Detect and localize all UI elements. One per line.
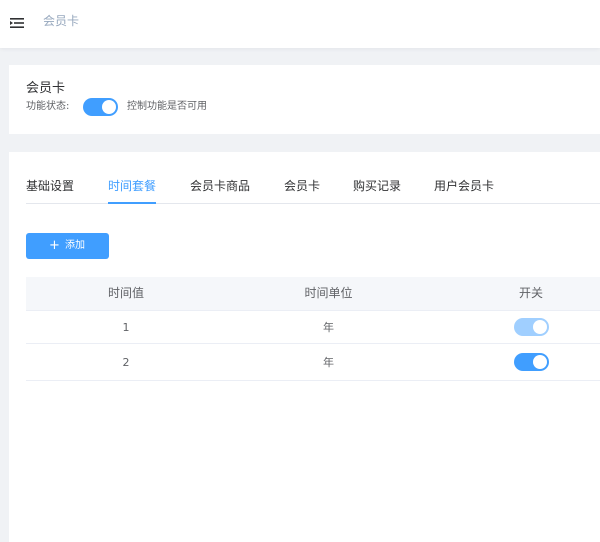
status-label: 功能状态: [26,101,70,112]
add-button[interactable]: + 添加 [26,233,109,259]
row-value: 2 [122,356,130,369]
row-enable-switch[interactable] [513,353,549,371]
tab-member-card[interactable]: 会员卡 [284,178,320,204]
time-package-table: 时间值 时间单位 开关 1 年 2 年 [26,277,600,381]
active-tab-indicator [108,202,156,204]
table-row: 2 年 [26,344,600,381]
main-card: 基础设置 时间套餐 会员卡商品 会员卡 购买记录 用户会员卡 + 添加 时间值 … [9,152,600,542]
tab-user-member-cards[interactable]: 用户会员卡 [434,178,494,204]
plus-icon: + [49,238,60,253]
row-enable-switch[interactable] [513,318,549,336]
breadcrumb: 会员卡 [43,14,80,28]
menu-fold-icon[interactable] [9,15,25,31]
tab-purchase-records[interactable]: 购买记录 [353,178,401,204]
tab-basic-settings[interactable]: 基础设置 [26,178,74,204]
add-button-label: 添加 [65,240,85,251]
table-row: 1 年 [26,310,600,344]
feature-status-switch[interactable] [83,98,118,116]
tab-time-packages[interactable]: 时间套餐 [108,178,156,204]
row-unit: 年 [323,356,334,369]
row-value: 1 [122,321,130,334]
row-switch-cell [431,344,600,382]
status-card: 会员卡 功能状态: 控制功能是否可用 [9,65,600,134]
tab-card-products[interactable]: 会员卡商品 [190,178,250,204]
column-header-value: 时间值 [107,286,144,300]
row-switch-cell [431,311,600,345]
row-unit: 年 [323,321,334,334]
table-header: 时间值 时间单位 开关 [26,277,600,310]
column-header-unit: 时间单位 [304,286,353,300]
page-title: 会员卡 [26,81,66,96]
column-header-switch: 开关 [518,286,543,300]
top-navbar: 会员卡 [0,0,600,48]
status-hint: 控制功能是否可用 [127,101,207,112]
tabs-bar: 基础设置 时间套餐 会员卡商品 会员卡 购买记录 用户会员卡 [26,176,600,204]
